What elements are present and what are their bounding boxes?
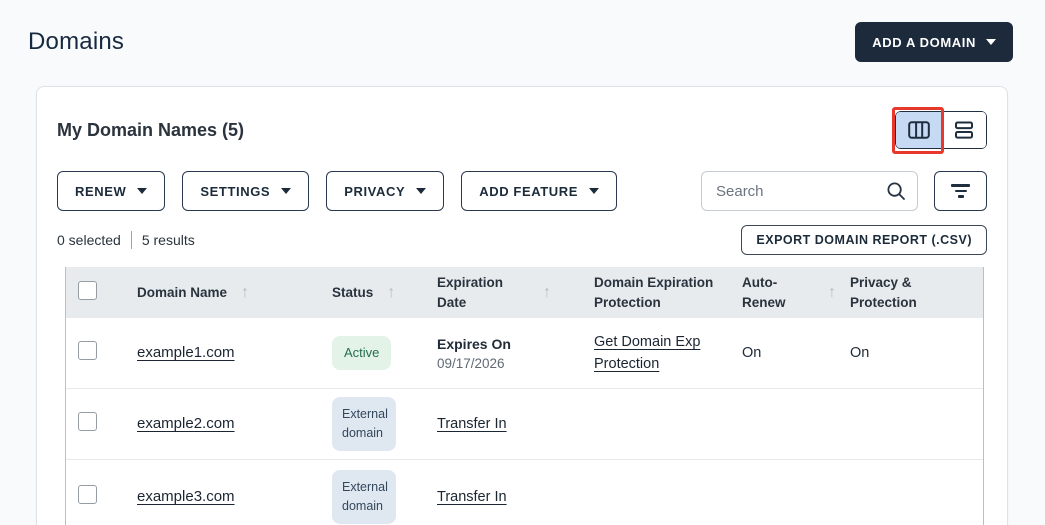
selected-count: 0 selected	[57, 232, 121, 248]
renew-label: RENEW	[75, 183, 127, 199]
chevron-down-icon	[986, 39, 996, 45]
status-cell: External domain	[322, 470, 427, 524]
domain-link[interactable]: example1.com	[137, 344, 235, 361]
card-header: My Domain Names (5)	[57, 87, 987, 154]
search-icon	[887, 182, 905, 200]
privacy-label: PRIVACY	[344, 183, 406, 199]
privacy-button[interactable]: PRIVACY	[326, 171, 445, 211]
column-header-expiration-date[interactable]: Expiration Date ↑	[427, 267, 582, 318]
chevron-down-icon	[589, 188, 600, 194]
column-label: Domain Expiration Protection	[594, 275, 714, 310]
expiration-cell: Expires On 09/17/2026	[427, 336, 582, 371]
column-label: Auto-Renew	[742, 275, 786, 310]
domain-cell: example2.com	[125, 415, 322, 433]
table-row: example3.com External domain Transfer In	[66, 460, 983, 525]
column-label: Expiration Date	[437, 275, 504, 310]
transfer-in-link[interactable]: Transfer In	[437, 486, 507, 508]
add-feature-label: ADD FEATURE	[479, 183, 579, 199]
protection-cell: Get Domain Exp Protection	[582, 331, 730, 376]
row-checkbox-cell	[66, 341, 125, 365]
column-view-button[interactable]	[896, 112, 941, 148]
column-header-auto-renew[interactable]: Auto-Renew ↑	[730, 267, 840, 318]
sort-arrow-icon[interactable]: ↑	[828, 281, 836, 304]
column-label: Domain Name	[137, 284, 228, 300]
chevron-down-icon	[416, 188, 427, 194]
get-domain-exp-protection-link[interactable]: Get Domain Exp Protection	[594, 331, 716, 376]
search-wrap	[701, 171, 918, 211]
column-label: Status	[332, 284, 374, 300]
card-title: My Domain Names (5)	[57, 119, 245, 140]
chevron-down-icon	[281, 188, 292, 194]
results-count: 5 results	[141, 232, 195, 248]
status-cell: Active	[322, 336, 427, 370]
expiration-cell: Transfer In	[427, 413, 582, 435]
status-cell: External domain	[322, 397, 427, 451]
add-a-domain-button[interactable]: ADD A DOMAIN	[855, 22, 1013, 62]
table-row: example1.com Active Expires On 09/17/202…	[66, 318, 983, 390]
table-header-row: Domain Name ↑ Status ↑ Expiration Date ↑…	[66, 267, 983, 319]
toolbar-right	[701, 171, 987, 211]
header-checkbox-cell	[66, 280, 125, 305]
column-header-privacy-protection[interactable]: Privacy & Protection	[840, 267, 983, 318]
column-label: Privacy & Protection	[850, 275, 917, 310]
auto-renew-value: On	[742, 345, 762, 362]
column-header-status[interactable]: Status ↑	[322, 275, 427, 310]
row-checkbox[interactable]	[78, 485, 97, 505]
select-all-checkbox[interactable]	[78, 280, 97, 300]
row-view-button[interactable]	[941, 112, 986, 148]
domain-link[interactable]: example2.com	[137, 415, 235, 432]
transfer-in-link[interactable]: Transfer In	[437, 413, 507, 435]
export-domain-report-button[interactable]: EXPORT DOMAIN REPORT (.CSV)	[741, 225, 987, 255]
top-bar: Domains ADD A DOMAIN	[0, 0, 1045, 62]
sort-arrow-icon[interactable]: ↑	[241, 281, 249, 304]
add-a-domain-label: ADD A DOMAIN	[872, 34, 976, 50]
expiration-date-value: 09/17/2026	[437, 355, 505, 371]
view-toggle	[892, 107, 987, 154]
filter-lines-icon	[951, 184, 970, 187]
settings-label: SETTINGS	[200, 183, 271, 199]
filter-button[interactable]	[934, 171, 987, 211]
privacy-protection-value: On	[850, 345, 870, 362]
status-badge: External domain	[332, 397, 396, 451]
filter-line	[954, 189, 967, 193]
row-checkbox[interactable]	[78, 341, 97, 361]
expires-on-label: Expires On	[437, 335, 511, 352]
columns-icon	[907, 121, 930, 139]
column-header-domain-name[interactable]: Domain Name ↑	[125, 275, 322, 310]
status-badge: Active	[332, 336, 392, 370]
domains-card: My Domain Names (5) RENEW SETTINGS PRIVA…	[36, 86, 1008, 525]
status-badge: External domain	[332, 470, 396, 524]
summary-divider	[130, 231, 132, 249]
rows-icon	[955, 121, 973, 139]
page-title: Domains	[28, 28, 125, 55]
row-checkbox-cell	[66, 485, 125, 509]
domain-cell: example3.com	[125, 488, 322, 506]
settings-button[interactable]: SETTINGS	[182, 171, 310, 211]
toolbar: RENEW SETTINGS PRIVACY ADD FEATURE	[57, 171, 987, 211]
row-checkbox[interactable]	[78, 412, 97, 432]
row-checkbox-cell	[66, 412, 125, 436]
filter-line	[957, 195, 964, 198]
table-row: example2.com External domain Transfer In	[66, 389, 983, 461]
expiration-cell: Transfer In	[427, 486, 582, 508]
sort-arrow-icon[interactable]: ↑	[543, 281, 551, 304]
domains-table: Domain Name ↑ Status ↑ Expiration Date ↑…	[65, 267, 984, 525]
column-header-domain-expiration-protection[interactable]: Domain Expiration Protection	[582, 267, 730, 318]
sort-arrow-icon[interactable]: ↑	[387, 281, 395, 304]
chevron-down-icon	[137, 188, 148, 194]
domain-link[interactable]: example3.com	[137, 488, 235, 505]
renew-button[interactable]: RENEW	[57, 171, 166, 211]
selection-summary: 0 selected 5 results	[57, 231, 195, 249]
domain-cell: example1.com	[125, 344, 322, 362]
summary-row: 0 selected 5 results EXPORT DOMAIN REPOR…	[57, 225, 987, 255]
add-feature-button[interactable]: ADD FEATURE	[461, 171, 618, 211]
